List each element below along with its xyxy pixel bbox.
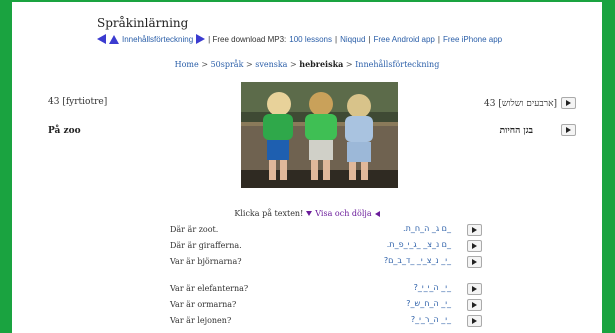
lesson-number-hebrew: 43 [ארבעים ושלוש]	[484, 97, 576, 109]
iphone-app-link[interactable]: Free iPhone app	[443, 35, 502, 44]
click-text-hint: Klicka på texten!	[234, 209, 304, 218]
phrase-swedish[interactable]: Var är elefanterna?	[170, 284, 248, 293]
phrase-hebrew[interactable]: _י_ ה_י_י_?	[414, 283, 451, 292]
show-icon[interactable]	[306, 211, 313, 216]
phrase-row: Var är ormarna? _י_ ה_ח_ש_?	[170, 299, 482, 312]
phrase-hebrew[interactable]: _י_ נ_צ_י_ _ד_ב_ם?	[384, 256, 451, 265]
play-icon	[472, 286, 477, 292]
breadcrumb-current: hebreiska	[299, 59, 344, 69]
android-app-link[interactable]: Free Android app	[374, 35, 435, 44]
page-title: Språkinlärning	[97, 16, 189, 30]
play-icon	[472, 318, 477, 324]
play-icon	[566, 100, 571, 106]
breadcrumb-sep: >	[201, 60, 209, 69]
show-hide-toggle[interactable]: Visa och dölja	[315, 209, 371, 218]
play-button[interactable]	[467, 315, 482, 327]
phrase-row: Var är elefanterna? _י_ ה_י_י_?	[170, 283, 482, 296]
lesson-title-hebrew-text: בגן החיות	[499, 125, 533, 136]
breadcrumb-toc[interactable]: Innehållsförteckning	[355, 60, 439, 69]
phrase-swedish[interactable]: Där är zoot.	[170, 225, 218, 234]
phrase-row: Där är girafferna. _ם נ_צ_ _ג_י_פ_ת.	[170, 240, 482, 253]
phrase-swedish[interactable]: Var är björnarna?	[170, 257, 242, 266]
phrase-swedish[interactable]: Där är girafferna.	[170, 241, 242, 250]
phrase-swedish[interactable]: Var är ormarna?	[170, 300, 236, 309]
play-button[interactable]	[467, 299, 482, 311]
lesson-title: På zoo	[48, 126, 81, 136]
play-icon	[472, 243, 477, 249]
breadcrumb-swedish[interactable]: svenska	[255, 60, 287, 69]
phrase-hebrew[interactable]: _י_ ה_ר_י_?	[411, 315, 451, 324]
phrase-row: Där är zoot. _ם ג_ ה_ח_ת.	[170, 224, 482, 237]
breadcrumb-home[interactable]: Home	[175, 60, 199, 69]
breadcrumb-sep: >	[345, 60, 353, 69]
play-icon	[472, 259, 477, 265]
phrase-hebrew[interactable]: _ם ג_ ה_ח_ת.	[403, 224, 451, 233]
lesson-title-hebrew: בגן החיות	[500, 124, 576, 136]
instructions-bar: Klicka på texten! Visa och dölja	[12, 209, 602, 218]
niqqud-link[interactable]: Niqqud	[340, 35, 365, 44]
pipe-separator: |	[368, 34, 371, 44]
phrase-row: Var är lejonen? _י_ ה_ר_י_?	[170, 315, 482, 328]
mp3-label: | Free download MP3:	[208, 34, 287, 44]
breadcrumb-languages[interactable]: 50språk	[211, 60, 244, 69]
play-icon	[566, 127, 571, 133]
play-button[interactable]	[561, 97, 576, 109]
phrase-hebrew[interactable]: _י_ ה_ח_ש_?	[406, 299, 451, 308]
hide-icon[interactable]	[374, 210, 380, 217]
breadcrumb-sep: >	[290, 60, 297, 69]
lesson-number: 43 [fyrtiotre]	[48, 97, 108, 107]
phrase-swedish[interactable]: Var är lejonen?	[170, 316, 231, 325]
top-navbar: Innehållsförteckning | Free download MP3…	[97, 34, 502, 44]
play-icon	[472, 227, 477, 233]
play-button[interactable]	[467, 240, 482, 252]
lessons-link[interactable]: 100 lessons	[289, 35, 332, 44]
phrase-row: Var är björnarna? _י_ נ_צ_י_ _ד_ב_ם?	[170, 256, 482, 269]
toc-link[interactable]: Innehållsförteckning	[122, 35, 193, 44]
play-icon	[472, 302, 477, 308]
play-button[interactable]	[467, 283, 482, 295]
previous-arrow-icon[interactable]	[97, 34, 106, 44]
lesson-number-hebrew-text: 43 [ארבעים ושלוש]	[484, 98, 557, 109]
lesson-photo	[241, 82, 398, 188]
play-button[interactable]	[467, 256, 482, 268]
up-arrow-icon[interactable]	[109, 34, 119, 44]
play-button[interactable]	[561, 124, 576, 136]
pipe-separator: |	[334, 34, 338, 44]
page: Språkinlärning Innehållsförteckning | Fr…	[12, 2, 602, 333]
breadcrumb: Home > 50språk > svenska > hebreiska > I…	[12, 59, 602, 69]
breadcrumb-sep: >	[245, 60, 253, 69]
next-arrow-icon[interactable]	[196, 34, 206, 44]
pipe-separator: |	[437, 34, 440, 44]
play-button[interactable]	[467, 224, 482, 236]
phrase-hebrew[interactable]: _ם נ_צ_ _ג_י_פ_ת.	[387, 240, 451, 249]
